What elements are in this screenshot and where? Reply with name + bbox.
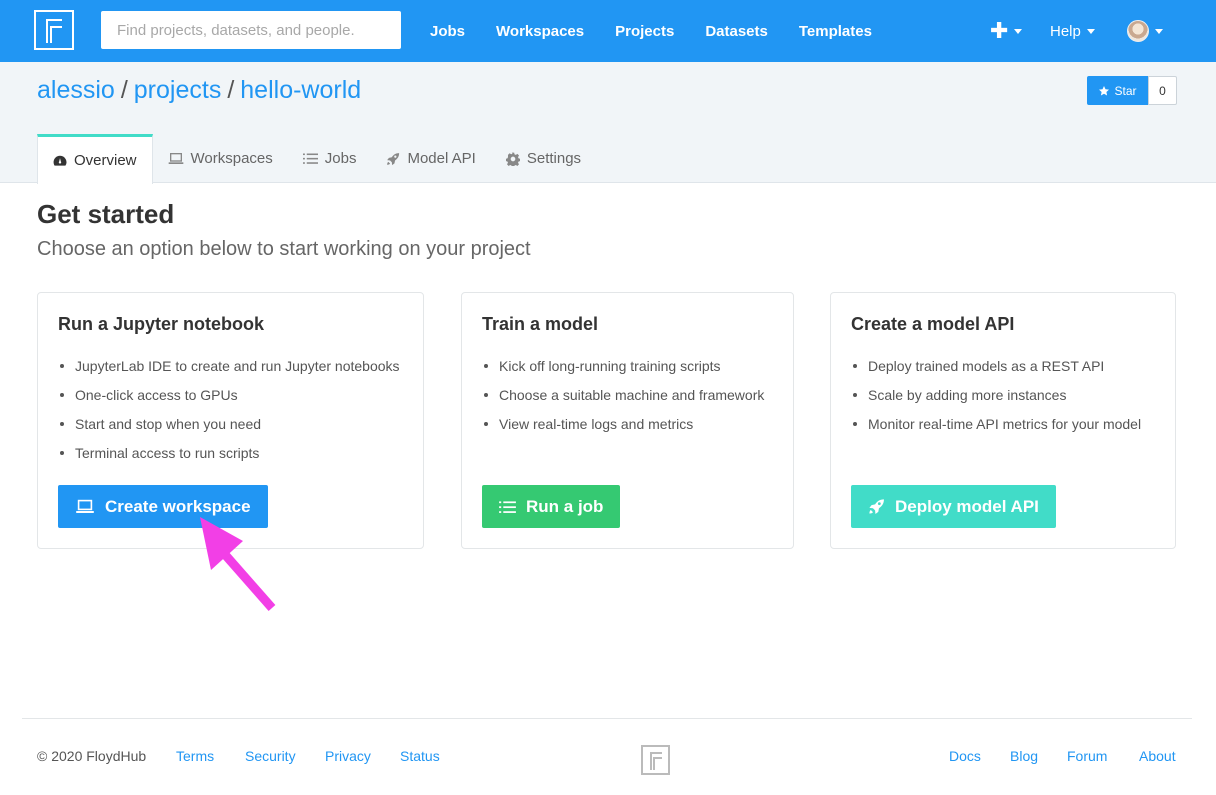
tab-label: Model API [407,150,476,167]
nav-link-datasets[interactable]: Datasets [705,23,768,40]
card-jupyter: Run a Jupyter notebook JupyterLab IDE to… [37,292,424,549]
button-label: Run a job [526,496,604,516]
button-label: Deploy model API [895,496,1039,516]
footer-link-privacy[interactable]: Privacy [325,748,371,764]
rocket-icon [387,152,400,165]
search-input[interactable] [101,11,401,49]
tab-model-api[interactable]: Model API [371,134,490,183]
footer-link-docs[interactable]: Docs [949,748,981,764]
deploy-model-api-button[interactable]: Deploy model API [851,485,1056,528]
list-item: Monitor real-time API metrics for your m… [851,414,1141,443]
rocket-icon [869,499,884,514]
page-title: Get started [37,199,175,229]
star-button[interactable]: Star [1087,76,1148,105]
tab-settings[interactable]: Settings [491,134,596,183]
avatar [1127,20,1149,42]
footer-link-blog[interactable]: Blog [1010,748,1038,764]
tab-label: Settings [526,150,582,167]
footer-link-security[interactable]: Security [245,748,296,764]
tab-label: Workspaces [190,150,273,167]
annotation-arrow [200,517,276,611]
help-menu-button[interactable]: Help [1050,0,1095,62]
nav-link-workspaces[interactable]: Workspaces [496,23,584,40]
gear-icon [505,152,520,166]
floydhub-logo[interactable] [34,10,74,50]
list-item: JupyterLab IDE to create and run Jupyter… [58,356,400,385]
card-title: Create a model API [851,314,1015,334]
list-item: One-click access to GPUs [58,385,400,414]
list-icon [499,500,516,513]
list-icon [302,153,318,164]
nav-link-projects[interactable]: Projects [615,23,674,40]
nav-link-templates[interactable]: Templates [799,23,872,40]
card-title: Train a model [482,314,599,334]
card-model-api: Create a model API Deploy trained models… [830,292,1176,549]
list-item: Choose a suitable machine and framework [482,385,764,414]
tab-label: Jobs [324,150,357,167]
dashboard-icon [53,155,67,166]
project-header: alessio / projects / hello-world Star 0 Over… [0,62,1216,184]
laptop-icon [168,152,183,164]
project-tabs: Overview Workspaces Jobs Model API Setti… [37,134,596,184]
create-menu-button[interactable]: ✚ [990,0,1023,62]
laptop-icon [76,499,94,513]
star-label: Star [1114,83,1137,98]
tab-workspaces[interactable]: Workspaces [153,134,288,183]
breadcrumb-separator: / [227,76,235,104]
card-train-model: Train a model Kick off long-running trai… [461,292,794,549]
copyright: © 2020 FloydHub [37,748,147,764]
button-label: Create workspace [105,496,251,516]
breadcrumb-separator: / [120,76,128,104]
chevron-down-icon [1155,28,1163,34]
list-item: Scale by adding more instances [851,385,1141,414]
list-item: Kick off long-running training scripts [482,356,764,385]
chevron-down-icon [1014,28,1023,34]
breadcrumb: alessio / projects / hello-world [37,76,361,105]
run-job-button[interactable]: Run a job [482,485,621,528]
breadcrumb-projects[interactable]: projects [134,76,222,104]
breadcrumb-user[interactable]: alessio [37,76,115,104]
feature-list: JupyterLab IDE to create and run Jupyter… [58,356,400,472]
footer-link-status[interactable]: Status [400,748,440,764]
tab-label: Overview [74,152,137,169]
footer-link-forum[interactable]: Forum [1067,748,1107,764]
tab-jobs[interactable]: Jobs [288,134,372,183]
footer-logo[interactable] [641,745,670,775]
top-navbar: Jobs Workspaces Projects Datasets Templa… [0,0,1216,62]
footer-link-about[interactable]: About [1139,748,1176,764]
breadcrumb-project[interactable]: hello-world [240,76,361,104]
list-item: Start and stop when you need [58,414,400,443]
feature-list: Deploy trained models as a REST API Scal… [851,356,1141,443]
list-item: Terminal access to run scripts [58,443,400,472]
star-widget: Star 0 [1087,76,1177,105]
card-title: Run a Jupyter notebook [58,314,265,334]
chevron-down-icon [1086,28,1095,34]
footer: © 2020 FloydHub Terms Security Privacy S… [0,719,1216,795]
star-count: 0 [1148,76,1177,105]
page-subtitle: Choose an option below to start working … [37,238,531,260]
feature-list: Kick off long-running training scripts C… [482,356,764,443]
user-menu-button[interactable] [1127,0,1163,62]
main-nav: Jobs Workspaces Projects Datasets Templa… [430,0,903,62]
plus-icon: ✚ [990,18,1009,43]
help-label: Help [1050,22,1081,40]
tab-overview[interactable]: Overview [37,134,153,184]
footer-link-terms[interactable]: Terms [176,748,214,764]
star-icon [1099,85,1110,96]
nav-link-jobs[interactable]: Jobs [430,23,465,40]
list-item: Deploy trained models as a REST API [851,356,1141,385]
list-item: View real-time logs and metrics [482,414,764,443]
